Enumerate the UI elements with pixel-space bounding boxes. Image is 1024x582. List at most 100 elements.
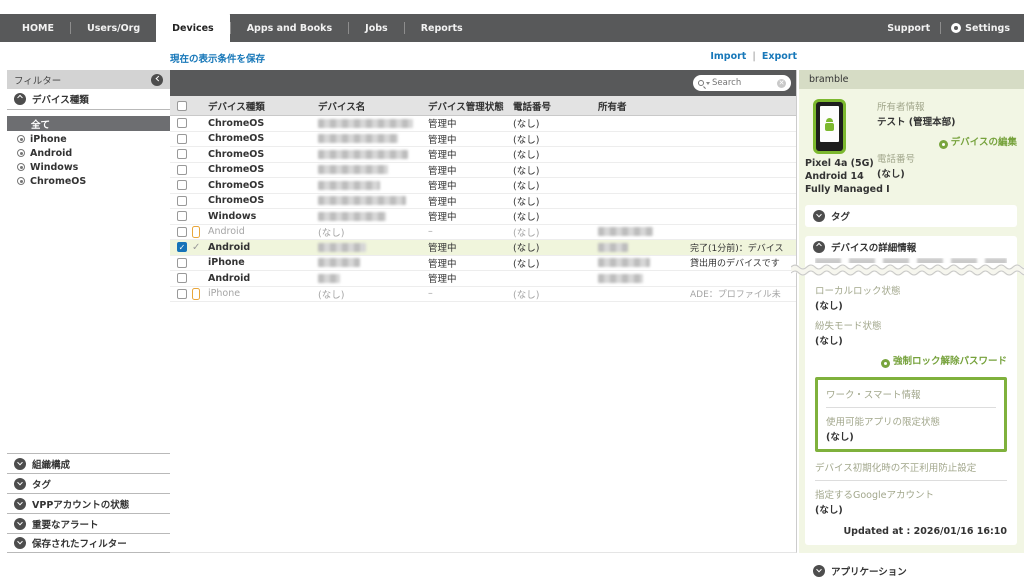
import-link[interactable]: Import <box>710 51 746 62</box>
redacted-device-name <box>318 258 360 267</box>
section-device-type[interactable]: デバイス種類 <box>7 89 170 110</box>
device-model: Pixel 4a (5G) <box>805 158 877 171</box>
device-type-cell: ChromeOS <box>208 195 318 206</box>
applications-section[interactable]: アプリケーション <box>805 560 1017 582</box>
table-row[interactable]: Android(なし)–(なし) <box>170 225 796 241</box>
row-checkbox[interactable] <box>177 118 187 128</box>
google-account-label: 指定するGoogleアカウント <box>815 487 1007 501</box>
table-row[interactable]: ✓✓Android管理中(なし)完了(1分前)：デバイス <box>170 240 796 256</box>
table-row[interactable]: ChromeOS管理中(なし) <box>170 178 796 194</box>
device-name-cell <box>318 119 428 128</box>
owner-cell <box>598 258 690 267</box>
table-row[interactable]: ChromeOS管理中(なし) <box>170 132 796 148</box>
col-device-type[interactable]: デバイス種類 <box>208 99 318 113</box>
row-checkbox[interactable]: ✓ <box>177 242 187 252</box>
sidebar-section[interactable]: 組織構成 <box>7 453 170 473</box>
search-clear-icon[interactable]: ✕ <box>777 79 786 88</box>
export-link[interactable]: Export <box>762 51 797 62</box>
table-row[interactable]: ChromeOS管理中(なし) <box>170 147 796 163</box>
search-scope-caret-icon[interactable] <box>706 82 710 85</box>
row-checkbox[interactable] <box>177 180 187 190</box>
select-all-checkbox[interactable] <box>177 101 187 111</box>
row-checkbox[interactable] <box>177 258 187 268</box>
sidebar-section[interactable]: 重要なアラート <box>7 513 170 533</box>
sidebar-item-label: Android <box>30 148 72 159</box>
tab-reports[interactable]: Reports <box>405 14 479 42</box>
table-row[interactable]: ChromeOS管理中(なし) <box>170 116 796 132</box>
sidebar-item-windows[interactable]: Windows <box>7 160 170 174</box>
phone-number-cell: (なし) <box>513 287 598 301</box>
device-name-cell <box>318 134 428 143</box>
table-row[interactable]: ChromeOS管理中(なし) <box>170 194 796 210</box>
device-type-cell: iPhone <box>208 288 318 299</box>
sidebar-item-label: iPhone <box>30 134 67 145</box>
row-checkbox[interactable] <box>177 165 187 175</box>
settings-button[interactable]: Settings <box>951 23 1010 34</box>
device-type-cell: ChromeOS <box>208 133 318 144</box>
save-current-view-link[interactable]: 現在の表示条件を保存 <box>170 51 265 65</box>
sidebar-section-label: 重要なアラート <box>32 517 99 531</box>
force-unlock-password-link[interactable]: 強制ロック解除パスワード <box>815 353 1007 368</box>
edit-device-link[interactable]: デバイスの編集 <box>877 134 1017 149</box>
sidebar-section[interactable]: VPPアカウントの状態 <box>7 493 170 513</box>
table-row[interactable]: iPhone管理中(なし)貸出用のデバイスです <box>170 256 796 272</box>
phone-number-value: (なし) <box>877 166 1017 180</box>
row-checkbox[interactable] <box>177 196 187 206</box>
device-mode: Fully Managed I <box>805 184 877 197</box>
radio-icon <box>17 135 25 143</box>
row-checkbox[interactable] <box>177 211 187 221</box>
sidebar-section[interactable]: 保存されたフィルター <box>7 533 170 553</box>
device-name-cell <box>318 150 428 159</box>
tab-devices[interactable]: Devices <box>156 12 230 42</box>
redacted-owner <box>598 243 628 252</box>
table-row[interactable]: Android管理中 <box>170 271 796 287</box>
device-name-cell <box>318 181 428 190</box>
tags-section[interactable]: タグ <box>805 205 1017 227</box>
table-row[interactable]: ChromeOS管理中(なし) <box>170 163 796 179</box>
tab-users-org[interactable]: Users/Org <box>71 14 156 42</box>
topbar-tabs: HOMEUsers/OrgDevicesApps and BooksJobsRe… <box>6 14 479 42</box>
collapse-sidebar-button[interactable] <box>151 74 163 86</box>
row-checkbox[interactable] <box>177 289 187 299</box>
row-checkbox[interactable] <box>177 227 187 237</box>
sidebar-section-label: VPPアカウントの状態 <box>32 497 129 511</box>
phone-number-cell: (なし) <box>513 225 598 239</box>
device-name-cell: (なし) <box>318 225 428 239</box>
row-checkbox[interactable] <box>177 149 187 159</box>
row-checkbox[interactable] <box>177 134 187 144</box>
pending-device-icon <box>192 288 200 300</box>
sidebar-section[interactable]: タグ <box>7 473 170 493</box>
col-device-name[interactable]: デバイス名 <box>318 99 428 113</box>
settings-label: Settings <box>965 23 1010 34</box>
row-note-cell: ADE：プロファイル未 <box>690 287 796 300</box>
sidebar-item-chromeos[interactable]: ChromeOS <box>7 174 170 188</box>
top-navigation-bar: HOMEUsers/OrgDevicesApps and BooksJobsRe… <box>0 14 1024 42</box>
device-type-cell: Android <box>208 226 318 237</box>
row-checkbox[interactable] <box>177 273 187 283</box>
col-management-status[interactable]: デバイス管理状態 <box>428 99 513 113</box>
phone-number-cell: (なし) <box>513 163 598 177</box>
redacted-device-name <box>318 119 413 128</box>
col-owner[interactable]: 所有者 <box>598 99 690 113</box>
sidebar-item-iphone[interactable]: iPhone <box>7 132 170 146</box>
tab-apps-and-books[interactable]: Apps and Books <box>231 14 348 42</box>
sidebar-item-全て[interactable]: 全て <box>7 116 170 131</box>
col-phone-number[interactable]: 電話番号 <box>513 99 598 113</box>
support-link[interactable]: Support <box>887 23 930 34</box>
search-box[interactable]: ✕ <box>693 75 791 91</box>
search-input[interactable] <box>712 78 775 88</box>
chevron-down-icon <box>14 518 26 530</box>
management-status-cell: – <box>428 288 513 299</box>
tab-jobs[interactable]: Jobs <box>349 14 404 42</box>
table-row[interactable]: iPhone(なし)–(なし)ADE：プロファイル未 <box>170 287 796 303</box>
filter-header: フィルター <box>7 70 170 89</box>
sidebar-item-android[interactable]: Android <box>7 146 170 160</box>
device-type-list: 全て iPhone AndroidWindowsChromeOS <box>7 110 170 188</box>
row-status-cell <box>192 226 208 238</box>
tab-home[interactable]: HOME <box>6 14 70 42</box>
divider <box>826 407 996 408</box>
device-details-header[interactable]: デバイスの詳細情報 <box>805 236 1017 258</box>
tags-section-label: タグ <box>831 209 850 223</box>
table-row[interactable]: Windows管理中(なし) <box>170 209 796 225</box>
pending-device-icon <box>192 226 200 238</box>
